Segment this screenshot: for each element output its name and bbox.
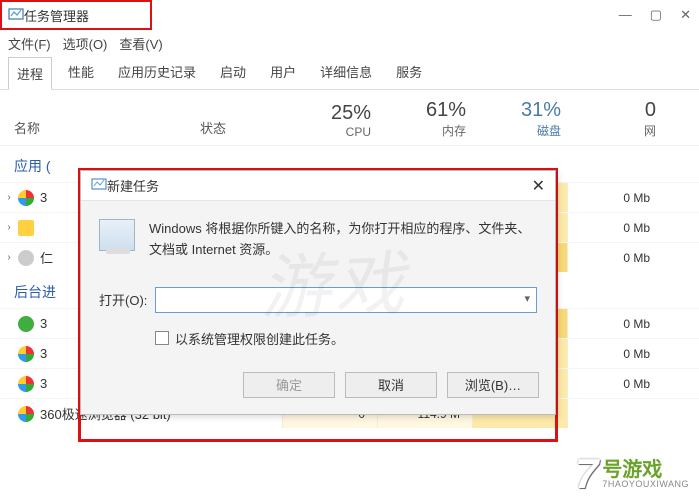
disk-label: 磁盘: [480, 122, 561, 139]
process-icon: [18, 346, 34, 362]
close-button[interactable]: ✕: [680, 7, 691, 23]
mem-percent: 61%: [385, 99, 466, 122]
cell-network: 0 Mb: [567, 369, 662, 398]
window-title: 任务管理器: [24, 6, 89, 25]
ok-button[interactable]: 确定: [243, 372, 335, 398]
cpu-percent: 25%: [290, 102, 371, 125]
col-network[interactable]: 0 网: [575, 99, 670, 145]
dialog-title: 新建任务: [107, 176, 159, 195]
tab-history[interactable]: 应用历史记录: [110, 56, 204, 89]
admin-checkbox[interactable]: [155, 331, 169, 345]
dialog-icon: [91, 176, 107, 195]
cell-network: 0 Mb: [567, 243, 662, 272]
expand-icon[interactable]: ›: [0, 222, 18, 233]
chevron-down-icon: ▾: [524, 292, 530, 305]
col-status[interactable]: 状态: [200, 118, 290, 145]
tab-startup[interactable]: 启动: [212, 56, 254, 89]
column-headers: 名称 状态 25% CPU 61% 内存 31% 磁盘 0 网: [0, 90, 699, 146]
titlebar: 任务管理器 — ▢ ✕: [0, 0, 699, 30]
mem-label: 内存: [385, 122, 466, 139]
menubar: 文件(F) 选项(O) 查看(V): [0, 30, 699, 56]
dialog-titlebar: 新建任务 ✕: [81, 171, 555, 201]
net-percent: 0: [575, 99, 656, 122]
tab-users[interactable]: 用户: [262, 56, 304, 89]
taskmanager-icon: [8, 6, 24, 25]
open-combobox[interactable]: ▾: [155, 287, 537, 313]
process-icon: [18, 316, 34, 332]
net-label: 网: [575, 122, 656, 139]
maximize-button[interactable]: ▢: [650, 7, 662, 23]
cell-network: 0 Mb: [567, 183, 662, 212]
tab-services[interactable]: 服务: [388, 56, 430, 89]
col-name[interactable]: 名称: [0, 118, 200, 145]
process-icon: [18, 250, 34, 266]
cell-network: 0 Mb: [567, 339, 662, 368]
brand-watermark: 7 号游戏 7HAOYOUXIWANG: [575, 450, 689, 498]
brand-number: 7: [575, 450, 598, 498]
cell-network: 0 Mb: [567, 213, 662, 242]
brand-cn: 号游戏: [602, 460, 689, 480]
col-disk[interactable]: 31% 磁盘: [480, 99, 575, 145]
menu-options[interactable]: 选项(O): [63, 34, 108, 53]
process-icon: [18, 376, 34, 392]
cell-network: 0 Mb: [567, 309, 662, 338]
dialog-close-button[interactable]: ✕: [532, 176, 545, 196]
browse-button[interactable]: 浏览(B)…: [447, 372, 539, 398]
process-icon: [18, 406, 34, 422]
cpu-label: CPU: [290, 125, 371, 139]
expand-icon[interactable]: ›: [0, 192, 18, 203]
col-cpu[interactable]: 25% CPU: [290, 102, 385, 145]
process-icon: [18, 220, 34, 236]
menu-file[interactable]: 文件(F): [8, 34, 51, 53]
tab-details[interactable]: 详细信息: [312, 56, 380, 89]
menu-view[interactable]: 查看(V): [119, 34, 162, 53]
tabs: 进程 性能 应用历史记录 启动 用户 详细信息 服务: [0, 56, 699, 90]
run-icon: [99, 219, 135, 251]
minimize-button[interactable]: —: [619, 7, 632, 23]
admin-label: 以系统管理权限创建此任务。: [175, 329, 344, 348]
new-task-dialog: 新建任务 ✕ Windows 将根据你所键入的名称，为你打开相应的程序、文件夹、…: [80, 170, 556, 415]
expand-icon[interactable]: ›: [0, 252, 18, 263]
tab-performance[interactable]: 性能: [60, 56, 102, 89]
window-controls: — ▢ ✕: [619, 7, 691, 23]
tab-process[interactable]: 进程: [8, 57, 52, 90]
process-icon: [18, 190, 34, 206]
cancel-button[interactable]: 取消: [345, 372, 437, 398]
cell-network: [567, 399, 662, 428]
disk-percent: 31%: [480, 99, 561, 122]
col-memory[interactable]: 61% 内存: [385, 99, 480, 145]
dialog-description: Windows 将根据你所键入的名称，为你打开相应的程序、文件夹、文档或 Int…: [149, 219, 537, 261]
open-label: 打开(O):: [99, 290, 147, 309]
brand-py: 7HAOYOUXIWANG: [602, 480, 689, 489]
